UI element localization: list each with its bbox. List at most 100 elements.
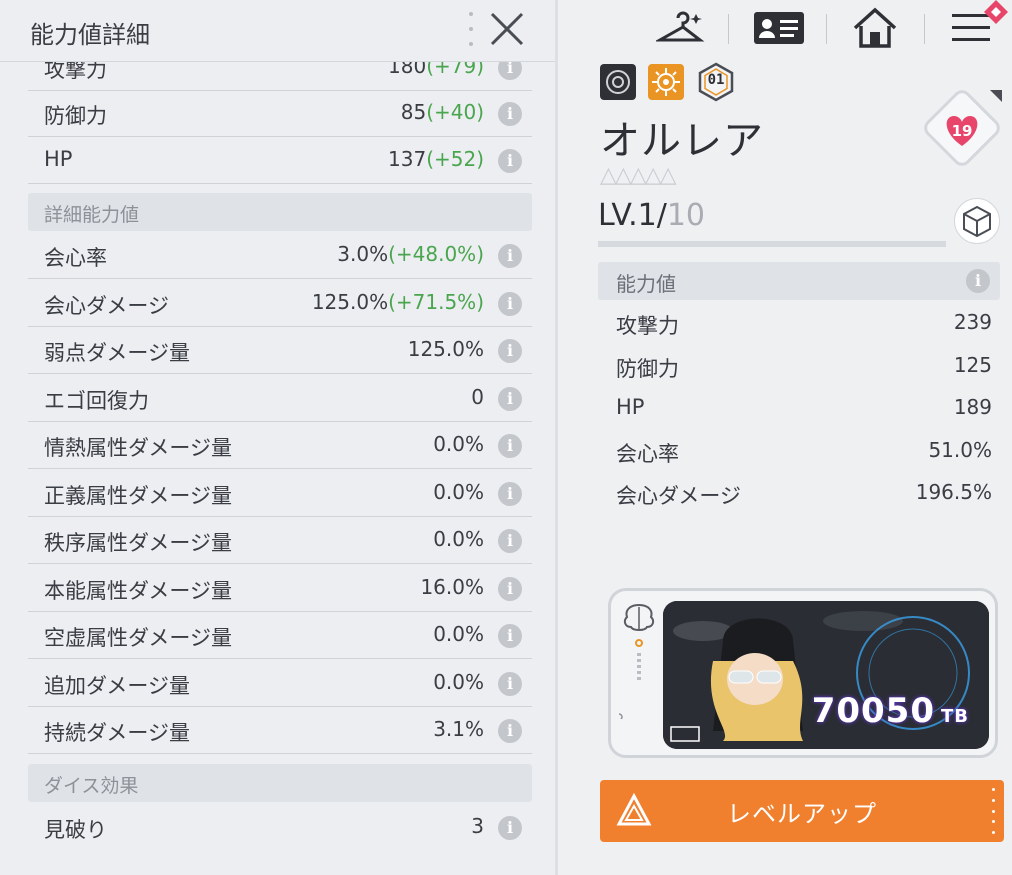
stat-label: 見破り	[44, 818, 107, 842]
stat-detail-header: 能力値詳細	[0, 0, 555, 62]
rank-badge-label: 01	[707, 72, 725, 88]
info-icon[interactable]: i	[498, 671, 522, 696]
character-name: オルレア	[600, 118, 764, 164]
panel-title: 能力値詳細	[30, 21, 150, 49]
stat-label: エゴ回復力	[44, 388, 149, 413]
info-icon[interactable]: i	[498, 291, 522, 316]
memory-card-artwork: 70050 TB	[663, 601, 989, 749]
info-icon[interactable]: i	[498, 816, 522, 840]
stat-row: 追加ダメージ量 0.0% i	[28, 660, 532, 707]
info-icon[interactable]: i	[498, 529, 522, 553]
stat-value: 51.0%	[928, 437, 992, 462]
stat-value: 16.0%	[420, 575, 484, 599]
level-up-button[interactable]: レベルアップ	[600, 780, 1004, 842]
stat-bonus: (+52)	[426, 147, 484, 171]
stat-row-hp: HP 137(+52) i	[28, 137, 532, 184]
stat-row: 正義属性ダメージ量 0.0% i	[28, 470, 532, 517]
info-icon[interactable]: i	[498, 102, 522, 126]
stat-row: 会心率 3.0%(+48.0%) i	[28, 232, 532, 279]
brain-icon	[619, 603, 655, 719]
memory-card-unit: TB	[941, 706, 969, 727]
stat-label: 防御力	[616, 356, 679, 381]
stat-value: 3.0%(+48.0%)	[337, 242, 484, 266]
hanger-icon[interactable]	[656, 6, 706, 50]
stat-detail-panel: 攻撃力 180(+79) i 防御力 85(+40) i HP 137(+52)…	[0, 0, 555, 875]
character-stat-row: 攻撃力 239	[616, 302, 992, 344]
memory-card-number: 70050	[811, 691, 935, 731]
info-icon[interactable]: i	[498, 481, 522, 506]
profile-card-icon[interactable]	[752, 10, 806, 46]
stat-label: 会心ダメージ	[616, 484, 741, 508]
stat-label: 本能属性ダメージ量	[44, 578, 232, 603]
info-icon[interactable]: i	[498, 244, 522, 268]
stat-value: 125	[953, 352, 992, 377]
stat-value: 0.0%	[433, 670, 484, 694]
stat-row: エゴ回復力 0 i	[28, 375, 532, 422]
stat-label: 正義属性ダメージ量	[44, 483, 232, 508]
info-icon[interactable]: i	[498, 719, 522, 743]
stat-label: 情熱属性ダメージ量	[44, 436, 232, 460]
stat-row-defense: 防御力 85(+40) i	[28, 90, 532, 137]
info-icon[interactable]: i	[498, 339, 522, 363]
stat-base: 125.0%	[311, 289, 389, 314]
stat-value: 0.0%	[433, 480, 484, 504]
info-icon[interactable]: i	[498, 149, 522, 173]
stats-section-header: 能力値 i	[598, 262, 1000, 300]
stat-value: 0.0%	[433, 432, 484, 456]
stat-value: 85(+40)	[401, 100, 484, 124]
stat-value: 3	[471, 814, 484, 838]
cube-button[interactable]	[954, 198, 1000, 244]
info-icon[interactable]: i	[966, 269, 990, 293]
stat-row-dice: 見破り 3 i	[28, 804, 532, 851]
stat-value: 239	[953, 310, 992, 334]
stat-bonus: (+48.0%)	[388, 242, 484, 266]
drag-handle-icon[interactable]	[468, 12, 474, 46]
rank-badge[interactable]: 01	[696, 62, 736, 102]
stat-label: 弱点ダメージ量	[44, 341, 190, 365]
menu-icon[interactable]	[950, 0, 1012, 48]
stat-base: 16.0%	[420, 574, 484, 599]
stat-base: 0.0%	[433, 622, 484, 646]
stat-bonus: (+40)	[426, 100, 484, 124]
toolbar-separator	[826, 14, 827, 44]
drag-handle-icon	[992, 788, 996, 834]
section-title: ダイス効果	[44, 775, 139, 797]
stat-label: 会心率	[616, 441, 679, 466]
info-icon[interactable]: i	[498, 434, 522, 458]
affinity-void-icon[interactable]	[600, 64, 636, 100]
toolbar-separator	[924, 14, 925, 44]
level-current: LV.1/	[598, 198, 667, 233]
memory-card[interactable]: 70050 TB	[608, 588, 998, 758]
stat-row: 弱点ダメージ量 125.0% i	[28, 327, 532, 374]
info-icon[interactable]: i	[498, 576, 522, 601]
stat-label: 秩序属性ダメージ量	[44, 531, 232, 555]
stat-row: 本能属性ダメージ量 16.0% i	[28, 565, 532, 612]
affection-badge[interactable]: 19	[918, 84, 1006, 172]
info-icon[interactable]: i	[498, 386, 522, 411]
level-max: 10	[666, 198, 705, 233]
stat-label: 攻撃力	[616, 314, 679, 338]
section-dice-effects: ダイス効果	[28, 764, 532, 802]
stat-label: 会心ダメージ	[44, 293, 169, 318]
stat-label: 持続ダメージ量	[44, 721, 190, 745]
level-progress-bar	[598, 241, 946, 247]
stat-base: 3	[471, 814, 484, 838]
stat-label: HP	[616, 395, 645, 419]
stat-label: 追加ダメージ量	[44, 673, 190, 698]
stat-row: 持続ダメージ量 3.1% i	[28, 707, 532, 754]
close-icon[interactable]	[486, 8, 528, 50]
memory-card-value: 70050 TB	[812, 691, 969, 731]
stat-base: 0.0%	[433, 432, 484, 456]
stat-value: 0.0%	[433, 527, 484, 551]
stat-base: 137	[388, 147, 427, 171]
stat-base: 0.0%	[433, 527, 484, 551]
stat-value: 125.0%(+71.5%)	[312, 290, 484, 314]
stat-label: HP	[44, 147, 73, 171]
home-icon[interactable]	[852, 6, 898, 50]
stat-value: 137(+52)	[388, 147, 484, 171]
level-display: LV.1/10	[598, 198, 705, 233]
affinity-justice-icon[interactable]	[648, 64, 684, 100]
stat-value: 196.5%	[915, 480, 992, 504]
character-stat-row: 会心率 51.0%	[616, 430, 992, 472]
info-icon[interactable]: i	[498, 624, 522, 648]
